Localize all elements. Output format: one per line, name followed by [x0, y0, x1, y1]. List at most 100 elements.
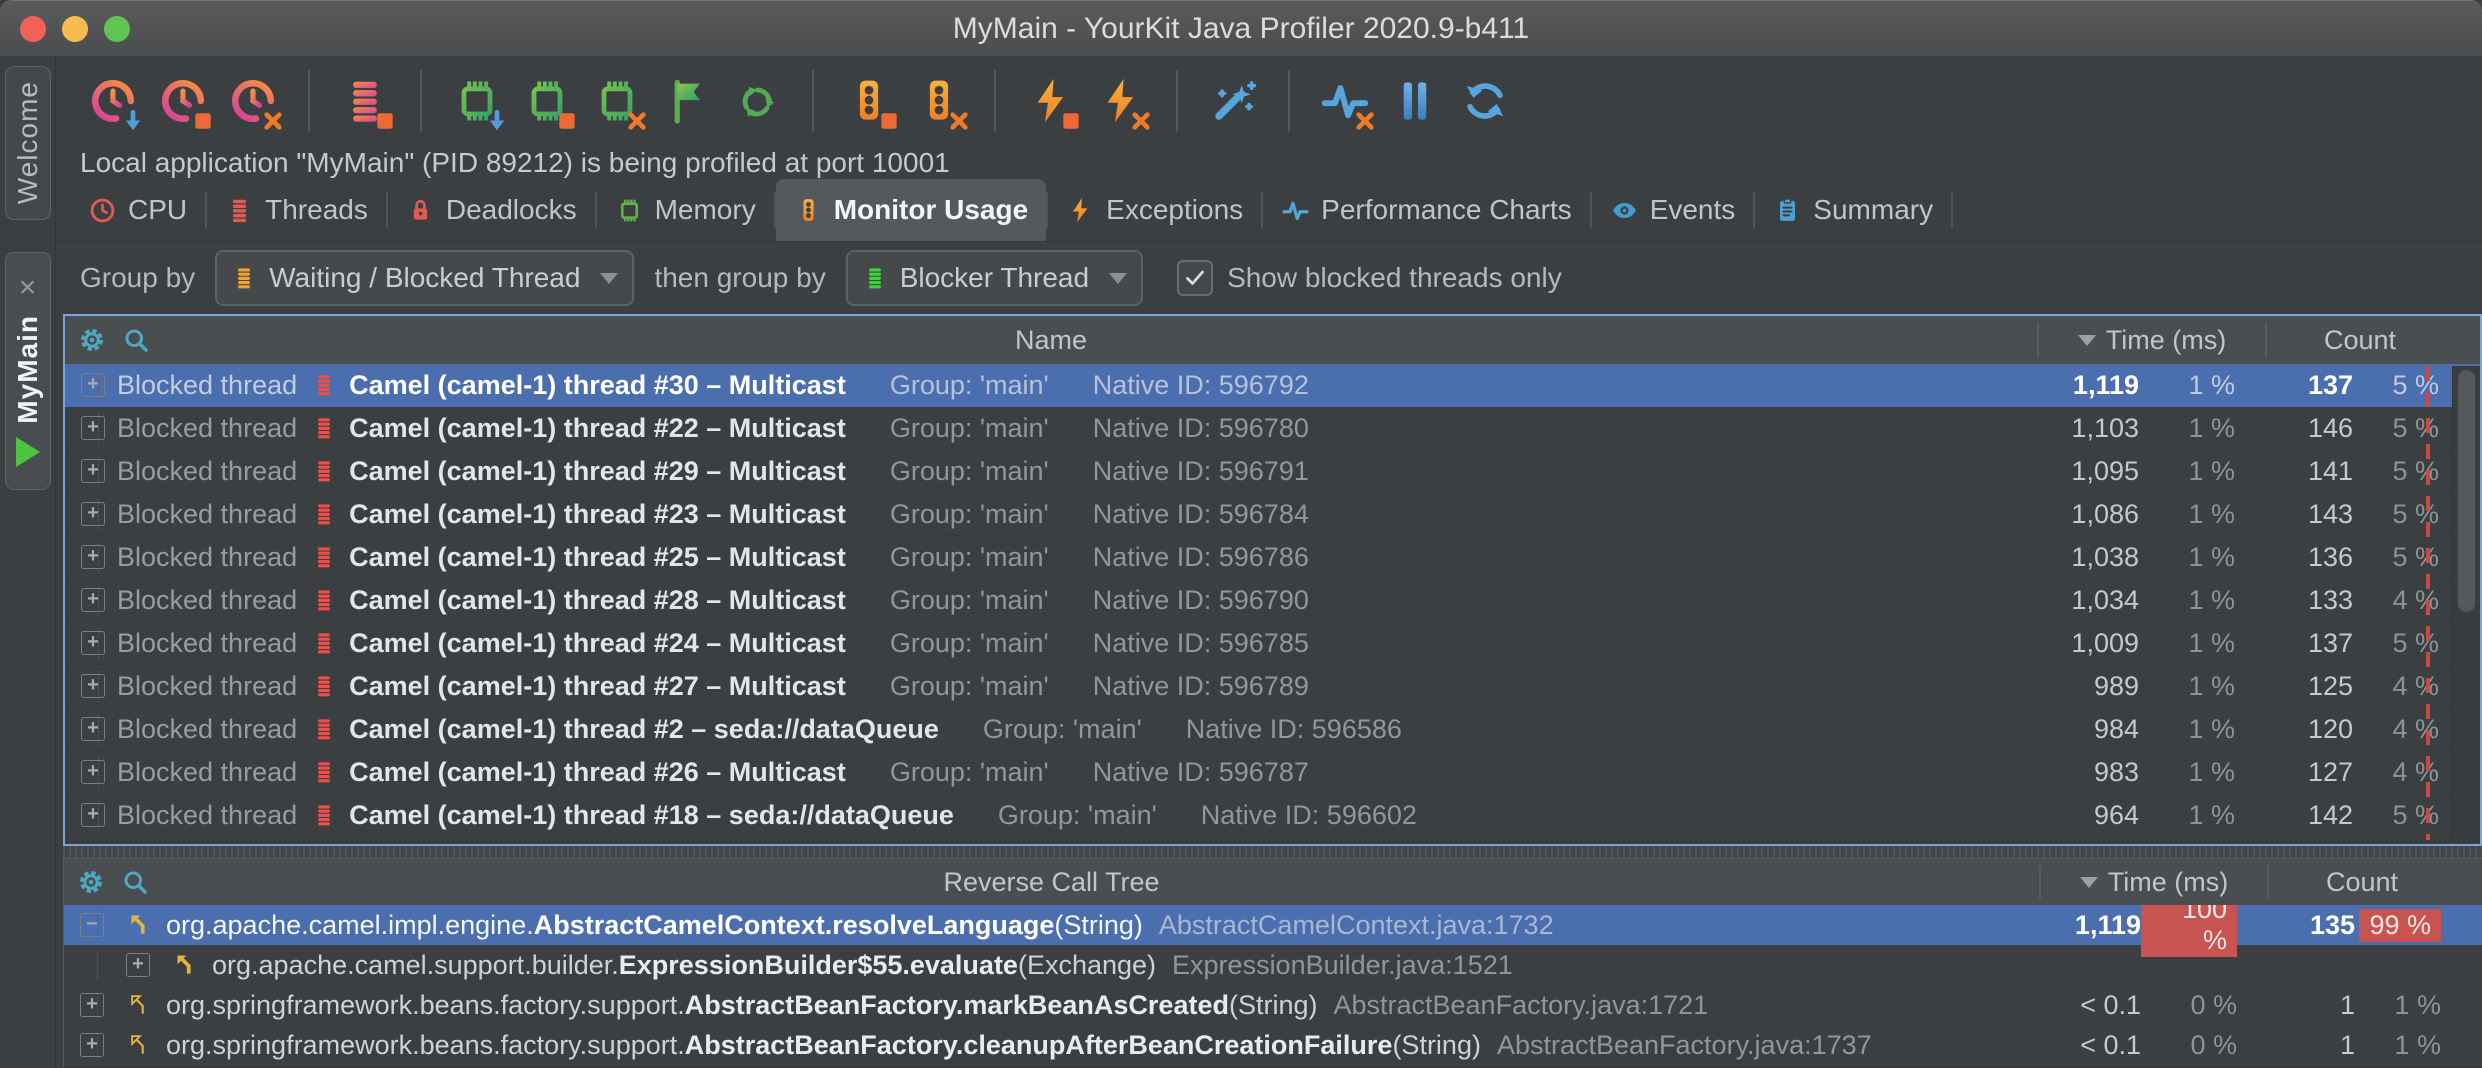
- toolbar-button-inspections[interactable]: [1205, 71, 1261, 131]
- expand-icon[interactable]: +: [81, 416, 105, 440]
- expand-icon[interactable]: +: [81, 459, 105, 483]
- call-tree-row[interactable]: +org.apache.camel.support.builder.Expres…: [64, 945, 2482, 985]
- arrow-modifier-icon: [486, 110, 508, 132]
- tab-performance-charts[interactable]: Performance Charts: [1263, 179, 1590, 241]
- gear-icon[interactable]: [77, 325, 107, 355]
- frame-package: org.apache.camel.impl.engine.: [166, 910, 534, 941]
- expand-icon[interactable]: +: [80, 993, 104, 1017]
- show-blocked-only-checkbox[interactable]: [1177, 260, 1213, 296]
- expand-icon[interactable]: +: [81, 717, 105, 741]
- expand-icon[interactable]: +: [81, 545, 105, 569]
- expand-icon[interactable]: +: [81, 631, 105, 655]
- thread-row[interactable]: +Blocked threadCamel (camel-1) thread #2…: [65, 579, 2480, 622]
- toolbar-button-stop-thread-telemetry[interactable]: [337, 71, 393, 131]
- thread-row[interactable]: +Blocked threadCamel (camel-1) thread #2…: [65, 665, 2480, 708]
- thread-name: Camel (camel-1) thread #26 – Multicast: [349, 757, 846, 788]
- expand-icon[interactable]: +: [81, 588, 105, 612]
- tab-monitor-usage[interactable]: Monitor Usage: [776, 179, 1046, 241]
- tab-divider: [1951, 192, 1953, 228]
- thread-group: Group: 'main': [890, 413, 1049, 444]
- then-group-by-dropdown[interactable]: Blocker Thread: [846, 250, 1143, 306]
- call-tree-body: −org.apache.camel.impl.engine.AbstractCa…: [64, 905, 2482, 1065]
- vertical-scrollbar[interactable]: [2452, 366, 2480, 842]
- expand-icon[interactable]: +: [81, 760, 105, 784]
- thread-row[interactable]: +Blocked threadCamel (camel-1) thread #2…: [65, 536, 2480, 579]
- collapse-icon[interactable]: −: [80, 913, 104, 937]
- time-percent: 1 %: [2139, 714, 2253, 745]
- tab-events[interactable]: Events: [1592, 179, 1754, 241]
- column-header-time[interactable]: Time (ms): [2039, 865, 2267, 899]
- toolbar-button-start-cpu-profiling[interactable]: [85, 71, 141, 131]
- toolbar-button-clear-cpu-data[interactable]: [225, 71, 281, 131]
- tab-deadlocks[interactable]: Deadlocks: [388, 179, 595, 241]
- close-session-icon[interactable]: ×: [19, 275, 37, 301]
- blocked-thread-label: Blocked thread: [117, 757, 297, 788]
- count-value: 137: [2253, 370, 2353, 401]
- thread-row[interactable]: +Blocked threadCamel (camel-1) thread #3…: [65, 364, 2480, 407]
- gear-icon[interactable]: [76, 867, 106, 897]
- expand-icon[interactable]: +: [126, 953, 150, 977]
- expand-icon[interactable]: +: [81, 803, 105, 827]
- column-header-count[interactable]: Count: [2267, 865, 2455, 899]
- thread-row[interactable]: +Blocked threadCamel (camel-1) thread #3…: [65, 837, 2480, 840]
- toolbar-button-stop-exception-recording[interactable]: [1023, 71, 1079, 131]
- tab-label: Events: [1650, 194, 1736, 226]
- thread-row[interactable]: +Blocked threadCamel (camel-1) thread #2…: [65, 450, 2480, 493]
- expand-icon[interactable]: +: [81, 502, 105, 526]
- sidebar-tab-welcome[interactable]: Welcome: [5, 66, 51, 220]
- search-icon[interactable]: [121, 325, 151, 355]
- toolbar-button-clear-allocation-data[interactable]: [589, 71, 645, 131]
- thread-row[interactable]: +Blocked threadCamel (camel-1) thread #2…: [65, 622, 2480, 665]
- thread-group: Group: 'main': [983, 714, 1142, 745]
- group-by-dropdown[interactable]: Waiting / Blocked Thread: [215, 250, 634, 306]
- scrollbar-thumb[interactable]: [2458, 370, 2475, 612]
- toolbar-button-clear-exception-data[interactable]: [1093, 71, 1149, 131]
- toolbar-button-clear-monitor-data[interactable]: [911, 71, 967, 131]
- thread-group: Group: 'main': [890, 456, 1049, 487]
- toolbar-button-start-allocation-recording[interactable]: [449, 71, 505, 131]
- call-tree-row[interactable]: +org.springframework.beans.factory.suppo…: [64, 985, 2482, 1025]
- call-tree-row[interactable]: +org.springframework.beans.factory.suppo…: [64, 1025, 2482, 1065]
- splitter[interactable]: [63, 846, 2482, 858]
- expand-icon[interactable]: +: [81, 373, 105, 397]
- column-header-count[interactable]: Count: [2265, 323, 2453, 357]
- tab-threads[interactable]: Threads: [207, 179, 386, 241]
- column-header-time[interactable]: Time (ms): [2037, 323, 2265, 357]
- toolbar-button-stop-allocation-recording[interactable]: [519, 71, 575, 131]
- call-tree-row[interactable]: −org.apache.camel.impl.engine.AbstractCa…: [64, 905, 2482, 945]
- threads-table-header: Name Time (ms) Count: [65, 316, 2480, 364]
- toolbar-button-stop-cpu-profiling[interactable]: [155, 71, 211, 131]
- search-icon[interactable]: [120, 867, 150, 897]
- expand-icon[interactable]: +: [80, 1033, 104, 1057]
- sidebar-tab-mymain[interactable]: × MyMain: [5, 252, 51, 490]
- blocked-thread-label: Blocked thread: [117, 628, 297, 659]
- blocked-thread-label: Blocked thread: [117, 542, 297, 573]
- count-percent: 5 %: [2353, 413, 2453, 444]
- thread-group: Group: 'main': [890, 542, 1049, 573]
- tab-exceptions[interactable]: Exceptions: [1048, 179, 1261, 241]
- thread-row[interactable]: +Blocked threadCamel (camel-1) thread #2…: [65, 708, 2480, 751]
- toolbar-button-pause-telemetry[interactable]: [1387, 71, 1443, 131]
- bolt-icon: [1066, 196, 1095, 225]
- toolbar-button-stop-monitor-profiling[interactable]: [841, 71, 897, 131]
- tab-summary[interactable]: Summary: [1755, 179, 1951, 241]
- toolbar-button-set-flag[interactable]: [659, 71, 715, 131]
- time-value: 964: [2009, 800, 2139, 831]
- toolbar-button-force-garbage-collection[interactable]: [729, 71, 785, 131]
- time-percent: 1 %: [2139, 456, 2253, 487]
- tab-memory[interactable]: Memory: [597, 179, 774, 241]
- thread-row[interactable]: +Blocked threadCamel (camel-1) thread #2…: [65, 493, 2480, 536]
- thread-row[interactable]: +Blocked threadCamel (camel-1) thread #2…: [65, 407, 2480, 450]
- thread-name-cell: +Blocked threadCamel (camel-1) thread #2…: [65, 585, 2009, 616]
- column-header-name[interactable]: Name: [65, 325, 2037, 356]
- tab-cpu[interactable]: CPU: [70, 179, 205, 241]
- lock-icon: [406, 196, 435, 225]
- expand-icon[interactable]: +: [81, 674, 105, 698]
- count-value: 141: [2253, 456, 2353, 487]
- thread-row[interactable]: + Blocked thread Camel (camel-1) thread #2…: [65, 751, 2480, 794]
- thread-icon: [311, 630, 337, 656]
- toolbar-button-refresh[interactable]: [1457, 71, 1513, 131]
- toolbar-button-clear-telemetry[interactable]: [1317, 71, 1373, 131]
- thread-native-id: Native ID: 596789: [1093, 671, 1309, 702]
- thread-row[interactable]: +Blocked threadCamel (camel-1) thread #1…: [65, 794, 2480, 837]
